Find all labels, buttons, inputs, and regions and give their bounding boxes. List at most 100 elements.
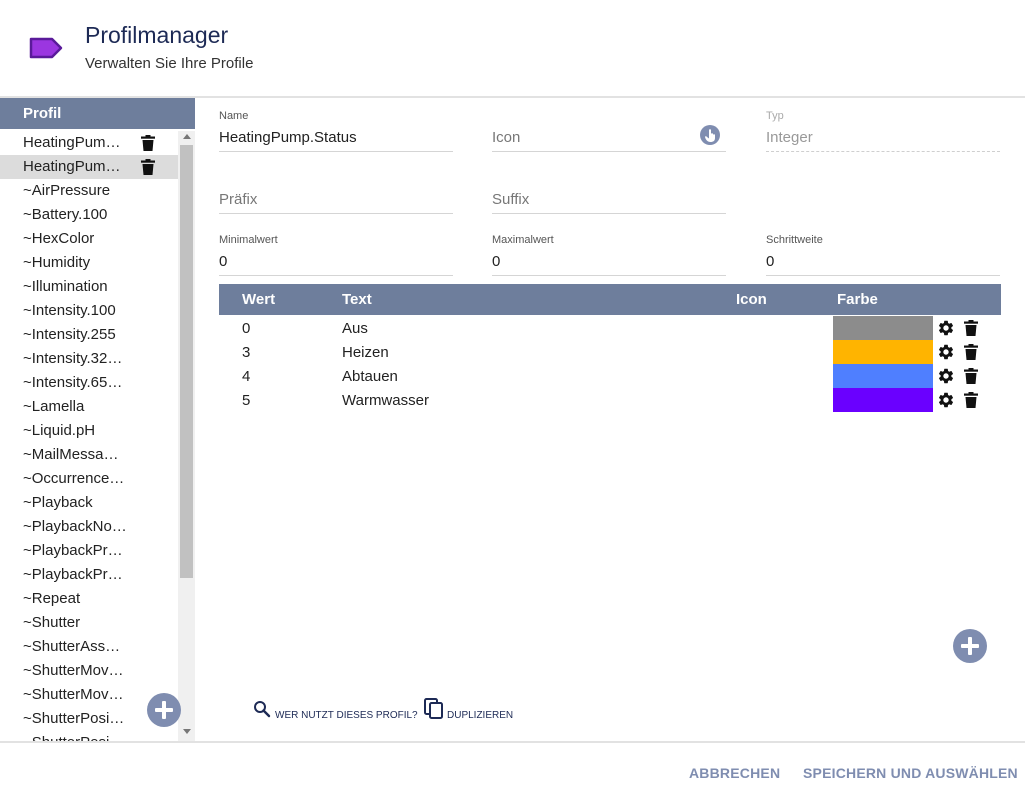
profile-list-item[interactable]: ~Intensity.100 [0, 299, 178, 323]
profile-item-label: ~ShutterPosi… [23, 710, 125, 727]
scroll-thumb[interactable] [180, 145, 193, 578]
profile-list-item[interactable]: ~PlaybackPr… [0, 539, 178, 563]
association-color-swatch[interactable] [833, 340, 933, 364]
step-size-field[interactable]: Schrittweite 0 [766, 223, 1000, 276]
profile-item-label: ~ShutterAss… [23, 638, 121, 655]
profile-list-item[interactable]: ~Lamella [0, 395, 178, 419]
association-color-swatch[interactable] [833, 364, 933, 388]
profile-list-item[interactable]: ~MailMessa… [0, 443, 178, 467]
prefix-field[interactable]: Präfix [219, 161, 453, 214]
profile-list-item[interactable]: ~HexColor [0, 227, 178, 251]
association-text: Heizen [342, 344, 389, 361]
profile-list-item[interactable]: ~Intensity.255 [0, 323, 178, 347]
association-row[interactable]: 3 Heizen [219, 340, 1001, 364]
profile-item-label: ~Occurrence… [23, 470, 125, 487]
association-value: 0 [242, 320, 251, 337]
profile-list-item[interactable]: HeatingPum… [0, 155, 178, 179]
profile-list-item[interactable]: ~Illumination [0, 275, 178, 299]
profile-list-item[interactable]: ~ShutterAss… [0, 635, 178, 659]
profile-item-label: ~AirPressure [23, 182, 111, 199]
add-profile-button[interactable] [147, 693, 181, 727]
min-value-value: 0 [219, 253, 228, 270]
max-value-value: 0 [492, 253, 501, 270]
delete-profile-trash-icon[interactable] [141, 159, 155, 175]
select-icon-pointer-icon[interactable] [700, 125, 720, 145]
profile-list-item[interactable]: ~ShutterMov… [0, 659, 178, 683]
profile-list-item[interactable]: ~Liquid.pH [0, 419, 178, 443]
tag-icon [29, 37, 63, 59]
profile-item-label: ~ShutterMov… [23, 662, 124, 679]
profile-list-header: Profil [0, 98, 195, 129]
cancel-button[interactable]: ABBRECHEN [689, 765, 780, 781]
profile-list-item[interactable]: HeatingPum… [0, 131, 178, 155]
column-header-icon[interactable]: Icon [736, 291, 767, 308]
profile-list-item[interactable]: ~Intensity.32… [0, 347, 178, 371]
association-row[interactable]: 0 Aus [219, 316, 1001, 340]
profile-list-item[interactable]: ~Intensity.65… [0, 371, 178, 395]
delete-association-trash-icon[interactable] [964, 368, 978, 384]
profile-list-item[interactable]: ~PlaybackPr… [0, 563, 178, 587]
association-color-swatch[interactable] [833, 388, 933, 412]
association-text: Aus [342, 320, 368, 337]
profile-item-label: ~Liquid.pH [23, 422, 96, 439]
profile-list-item[interactable]: ~PlaybackNo… [0, 515, 178, 539]
name-field[interactable]: Name HeatingPump.Status [219, 99, 453, 152]
profile-sidebar: Profil HeatingPum… HeatingPum… ~AirPressur… [0, 98, 195, 742]
profile-item-label: HeatingPum… [23, 158, 121, 175]
suffix-placeholder: Suffix [492, 191, 530, 208]
delete-association-trash-icon[interactable] [964, 320, 978, 336]
association-row[interactable]: 5 Warmwasser [219, 388, 1001, 412]
suffix-field[interactable]: Suffix [492, 161, 726, 214]
profile-item-label: HeatingPum… [23, 134, 121, 151]
association-value: 3 [242, 344, 251, 361]
profile-item-label: ~Shutter [23, 614, 81, 631]
page-subtitle: Verwalten Sie Ihre Profile [85, 55, 254, 72]
edit-association-gear-icon[interactable] [937, 367, 955, 385]
copy-icon[interactable] [424, 698, 444, 720]
scroll-up-arrow-icon[interactable] [183, 134, 191, 139]
profile-list-item[interactable]: ~Humidity [0, 251, 178, 275]
search-icon[interactable] [253, 700, 271, 718]
min-value-field[interactable]: Minimalwert 0 [219, 223, 453, 276]
profile-list[interactable]: HeatingPum… HeatingPum… ~AirPressure ~Batte… [0, 131, 178, 742]
edit-association-gear-icon[interactable] [937, 391, 955, 409]
max-value-field[interactable]: Maximalwert 0 [492, 223, 726, 276]
column-header-text[interactable]: Text [342, 291, 372, 308]
profile-list-item[interactable]: ~Playback [0, 491, 178, 515]
duplicate-link[interactable]: Duplizieren [447, 710, 513, 721]
delete-association-trash-icon[interactable] [964, 392, 978, 408]
profile-item-label: ~PlaybackPr… [23, 542, 123, 559]
profile-item-label: ~PlaybackNo… [23, 518, 127, 535]
profile-item-label: ~Intensity.255 [23, 326, 116, 343]
profile-item-label: ~Playback [23, 494, 93, 511]
profile-list-item[interactable]: ~Repeat [0, 587, 178, 611]
type-label: Typ [766, 110, 784, 122]
save-and-select-button[interactable]: SPEICHERN UND AUSWÄHLEN [803, 765, 1018, 781]
scroll-down-arrow-icon[interactable] [183, 729, 191, 734]
profile-list-item[interactable]: ~AirPressure [0, 179, 178, 203]
icon-field[interactable]: Icon [492, 99, 726, 152]
profile-list-scrollbar[interactable] [178, 131, 195, 742]
association-row[interactable]: 4 Abtauen [219, 364, 1001, 388]
edit-association-gear-icon[interactable] [937, 343, 955, 361]
column-header-wert[interactable]: Wert [242, 291, 275, 308]
edit-association-gear-icon[interactable] [937, 319, 955, 337]
max-value-label: Maximalwert [492, 234, 554, 246]
associations-table-header: Wert Text Icon Farbe [219, 284, 1001, 315]
who-uses-profile-link[interactable]: Wer nutzt dieses Profil? [275, 710, 418, 721]
delete-profile-trash-icon[interactable] [141, 135, 155, 151]
profile-list-item[interactable]: ~Occurrence… [0, 467, 178, 491]
add-association-button[interactable] [953, 629, 987, 663]
name-value: HeatingPump.Status [219, 129, 357, 146]
association-color-swatch[interactable] [833, 316, 933, 340]
profile-item-label: ~Intensity.65… [23, 374, 123, 391]
delete-association-trash-icon[interactable] [964, 344, 978, 360]
profile-list-item[interactable]: ~Shutter [0, 611, 178, 635]
association-text: Abtauen [342, 368, 398, 385]
profile-item-label: ~Lamella [23, 398, 85, 415]
type-field: Typ Integer [766, 99, 1000, 152]
profile-item-label: ~Illumination [23, 278, 108, 295]
column-header-farbe[interactable]: Farbe [837, 291, 878, 308]
profile-list-item[interactable]: ~Battery.100 [0, 203, 178, 227]
icon-placeholder: Icon [492, 129, 521, 146]
